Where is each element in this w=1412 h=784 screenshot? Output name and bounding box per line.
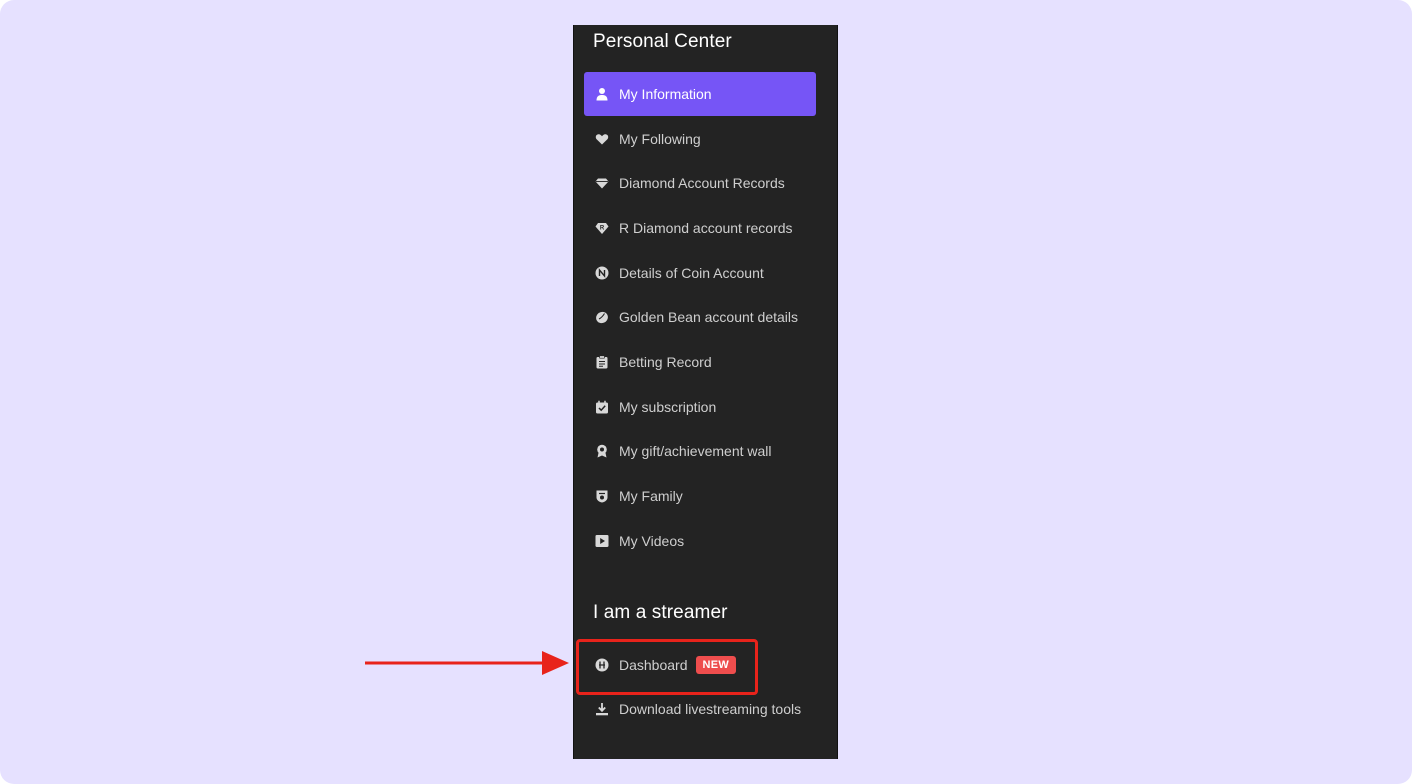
menu-item-my-family[interactable]: My Family	[584, 474, 816, 518]
menu-item-my-following[interactable]: My Following	[584, 117, 816, 161]
menu-item-label: Betting Record	[619, 354, 712, 370]
r-diamond-icon: R	[595, 221, 609, 235]
heart-icon	[595, 132, 609, 146]
download-icon	[595, 702, 609, 716]
menu-item-label: My subscription	[619, 399, 717, 415]
personal-center-title: Personal Center	[593, 31, 732, 52]
clipboard-icon	[595, 355, 609, 369]
menu-item-betting-record[interactable]: Betting Record	[584, 340, 816, 384]
menu-item-label: Details of Coin Account	[619, 265, 764, 281]
person-icon	[595, 87, 609, 101]
diamond-icon	[595, 176, 609, 190]
menu-item-label: My Information	[619, 86, 712, 102]
menu-item-label: My gift/achievement wall	[619, 443, 772, 459]
video-play-icon	[595, 534, 609, 548]
menu-item-gift-achievement-wall[interactable]: My gift/achievement wall	[584, 429, 816, 473]
menu-item-label: My Videos	[619, 533, 685, 549]
menu-item-my-subscription[interactable]: My subscription	[584, 385, 816, 429]
menu-item-label: My Family	[619, 488, 683, 504]
dashboard-icon	[595, 658, 609, 672]
tutorial-canvas: Personal Center My Information My Follow…	[0, 0, 1412, 784]
new-badge: NEW	[695, 656, 737, 674]
svg-text:R: R	[600, 226, 605, 232]
menu-item-dashboard[interactable]: Dashboard NEW	[584, 643, 816, 687]
bean-icon	[595, 310, 609, 324]
menu-item-my-videos[interactable]: My Videos	[584, 519, 816, 563]
personal-center-sidebar: Personal Center My Information My Follow…	[573, 25, 838, 759]
menu-item-golden-bean-account[interactable]: Golden Bean account details	[584, 295, 816, 339]
menu-item-label: Diamond Account Records	[619, 175, 785, 191]
annotation-arrow-icon	[365, 651, 569, 675]
menu-item-download-livestreaming-tools[interactable]: Download livestreaming tools	[584, 687, 816, 731]
menu-item-label: R Diamond account records	[619, 220, 793, 236]
menu-item-r-diamond-account-records[interactable]: R R Diamond account records	[584, 206, 816, 250]
subscription-icon	[595, 400, 609, 414]
family-icon	[595, 489, 609, 503]
menu-item-label: Download livestreaming tools	[619, 701, 802, 717]
menu-item-coin-account[interactable]: Details of Coin Account	[584, 251, 816, 295]
menu-item-diamond-account-records[interactable]: Diamond Account Records	[584, 161, 816, 205]
menu-item-label: Golden Bean account details	[619, 309, 799, 325]
menu-item-my-information[interactable]: My Information	[584, 72, 816, 116]
menu-item-label: My Following	[619, 131, 701, 147]
coin-icon	[595, 266, 609, 280]
medal-icon	[595, 444, 609, 458]
streamer-section-title: I am a streamer	[593, 602, 728, 623]
menu-item-label: Dashboard	[619, 657, 688, 673]
